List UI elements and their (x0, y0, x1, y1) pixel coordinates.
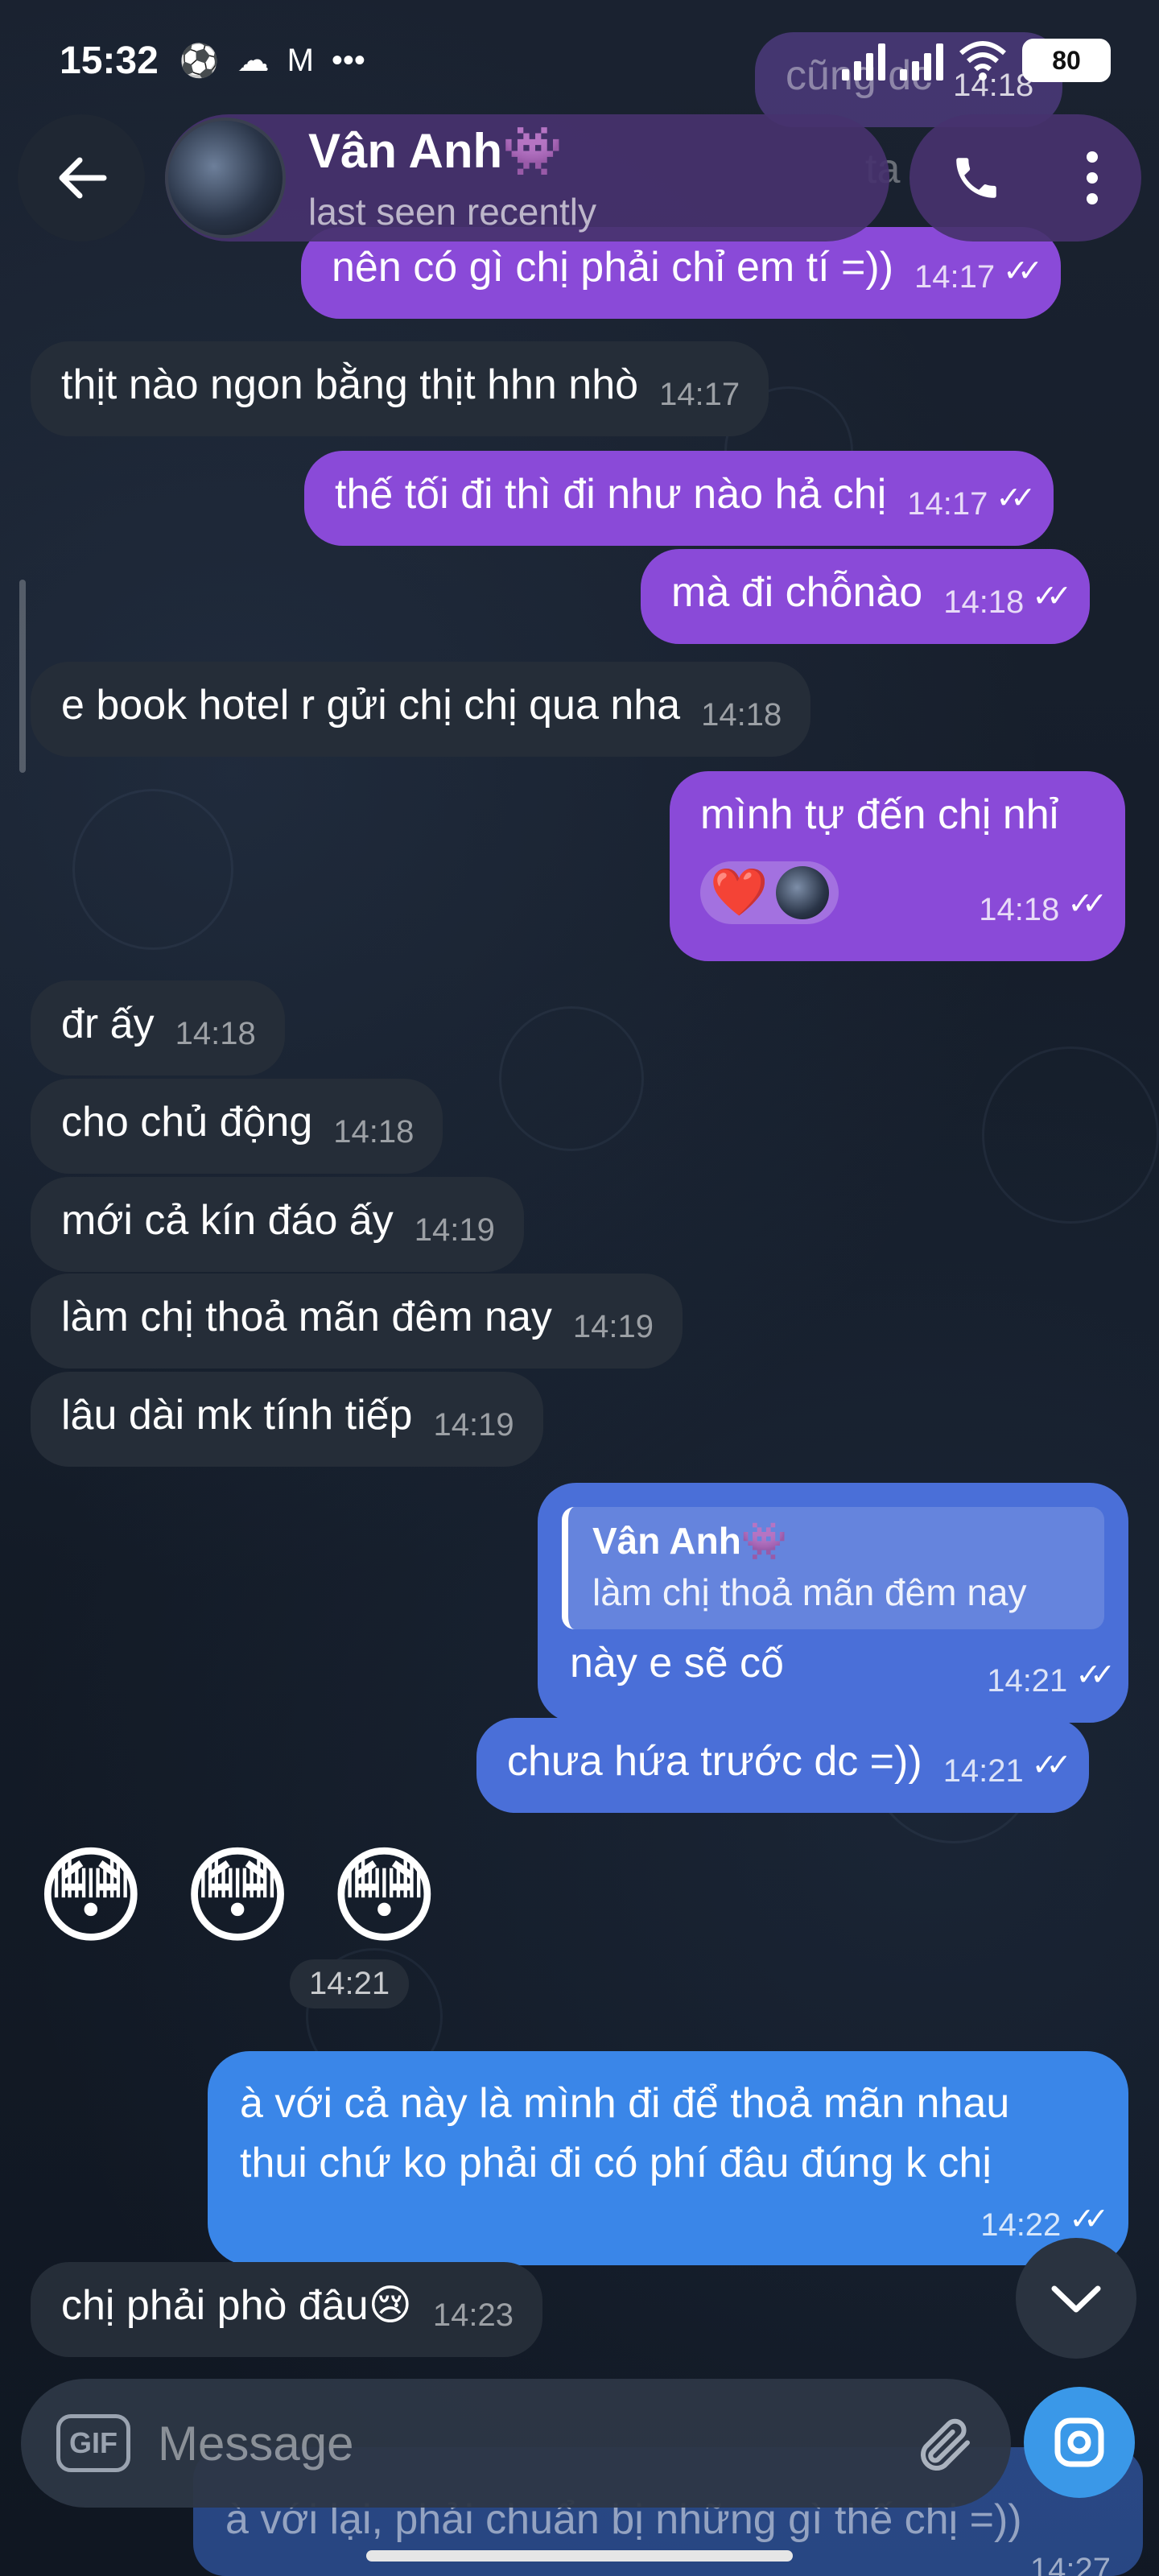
message-bubble[interactable]: mà đi chỗnào 14:18 ✓✓ (641, 549, 1090, 644)
cloud-icon: ☁ (237, 43, 270, 78)
camera-button[interactable] (1024, 2387, 1135, 2498)
chevron-down-icon (1051, 2285, 1101, 2313)
kebab-menu-icon[interactable] (1083, 149, 1102, 207)
double-check-icon: ✓✓ (1075, 1658, 1116, 1692)
reaction-avatar (776, 866, 830, 919)
signal-icon (842, 40, 885, 80)
message-bubble[interactable]: chưa hứa trước dc =)) 14:21 ✓✓ (476, 1718, 1090, 1813)
message-time: 14:18 (943, 584, 1025, 620)
message-text: thịt nào ngon bằng thịt hhn nhò (61, 361, 639, 408)
message-text: chị phải phò đâu😢 (61, 2282, 412, 2329)
message-time: 14:19 (572, 1309, 654, 1344)
scroll-down-button[interactable] (1016, 2238, 1136, 2359)
message-text: thế tối đi thì đi như nào hả chị (335, 471, 887, 518)
message-bubble-reply[interactable]: Vân Anh👾 làm chị thoả mãn đêm nay này e … (538, 1483, 1128, 1723)
reaction-emoji: ❤️ (710, 866, 769, 919)
message-text: này e sẽ cố (570, 1640, 784, 1686)
message-text: nên có gì chị phải chỉ em tí =)) (332, 244, 894, 291)
message-text: lâu dài mk tính tiếp (61, 1392, 413, 1439)
message-text: làm chị thoả mãn đêm nay (61, 1294, 552, 1340)
scroll-thumb[interactable] (19, 580, 26, 773)
message-list: nên có gì chị phải chỉ em tí =)) 14:17 ✓✓ … (0, 0, 1159, 2576)
message-composer: GIF (21, 2379, 1011, 2508)
status-bar: 15:32 ⚽ ☁ M ••• 80 (0, 0, 1159, 121)
back-button[interactable] (18, 114, 145, 242)
double-check-icon: ✓✓ (996, 481, 1036, 515)
message-text: cho chủ động (61, 1099, 313, 1146)
camera-icon (1054, 2417, 1104, 2467)
message-bubble[interactable]: chị phải phò đâu😢 14:23 (31, 2262, 542, 2357)
chat-title: Vân Anh👾 (308, 124, 563, 178)
reply-quote[interactable]: Vân Anh👾 làm chị thoả mãn đêm nay (562, 1507, 1104, 1629)
soccer-ball-icon: ⚽ (179, 43, 220, 79)
message-time: 14:17 (659, 377, 740, 412)
double-check-icon: ✓✓ (1031, 1748, 1072, 1782)
double-check-icon: ✓✓ (1067, 887, 1107, 921)
message-time: 14:19 (414, 1212, 495, 1248)
message-bubble[interactable]: mình tự đến chị nhỉ ❤️ 14:18 ✓✓ (670, 771, 1125, 961)
header-actions (909, 114, 1141, 242)
paperclip-icon[interactable] (911, 2409, 975, 2479)
message-time: 14:23 (432, 2297, 514, 2333)
message-text: chưa hứa trước dc =)) (507, 1738, 922, 1785)
message-bubble[interactable]: lâu dài mk tính tiếp 14:19 (31, 1372, 543, 1467)
more-icon: ••• (331, 42, 365, 78)
chat-header-info[interactable]: Vân Anh👾 last seen recently (165, 114, 889, 242)
message-time: 14:18 (175, 1016, 256, 1051)
message-time: 14:27 (1029, 2552, 1111, 2576)
message-time: 14:17 (914, 259, 996, 295)
message-time: 14:18 (979, 892, 1060, 927)
arrow-left-icon (59, 157, 107, 199)
phone-icon[interactable] (950, 151, 1003, 204)
message-time: 14:17 (907, 486, 988, 522)
avatar[interactable] (165, 118, 286, 238)
message-text: e book hotel r gửi chị chị qua nha (61, 682, 681, 729)
message-bubble[interactable]: làm chị thoả mãn đêm nay 14:19 (31, 1274, 683, 1368)
message-bubble[interactable]: mới cả kín đáo ấy 14:19 (31, 1177, 524, 1272)
signal-icon (900, 40, 943, 80)
message-bubble[interactable]: đr ấy 14:18 (31, 980, 285, 1075)
gif-button[interactable]: GIF (56, 2414, 130, 2472)
battery-indicator: 80 (1022, 39, 1111, 82)
reaction-pill[interactable]: ❤️ (700, 861, 839, 924)
chat-status: last seen recently (308, 191, 596, 233)
message-text: mình tự đến chị nhỉ (700, 791, 1059, 838)
message-bubble[interactable]: thịt nào ngon bằng thịt hhn nhò 14:17 (31, 341, 769, 436)
message-time: 14:21 (987, 1663, 1068, 1699)
message-time: 14:18 (701, 697, 782, 733)
message-time: 14:18 (333, 1114, 415, 1150)
gmail-icon: M (287, 42, 314, 78)
status-time: 15:32 (60, 39, 159, 82)
message-text-line: à với cả này là mình đi để thoả mãn nhau (240, 2080, 1010, 2127)
message-time: 14:21 (942, 1753, 1024, 1789)
message-text: mà đi chỗnào (671, 569, 923, 616)
reactions: ❤️ 14:18 ✓✓ (700, 850, 1107, 935)
message-time: 14:21 (290, 1959, 410, 2008)
reply-author: Vân Anh👾 (592, 1520, 788, 1562)
message-text: đr ấy (61, 1001, 155, 1047)
double-check-icon: ✓✓ (1032, 580, 1072, 613)
message-text: mới cả kín đáo ấy (61, 1197, 394, 1244)
wifi-icon (959, 41, 1006, 80)
emoji-message[interactable]: 😳 😳 😳 (35, 1843, 443, 1950)
message-bubble[interactable]: à với cả này là mình đi để thoả mãn nhau… (208, 2051, 1128, 2265)
message-time: 14:19 (433, 1407, 514, 1443)
message-bubble[interactable]: cho chủ động 14:18 (31, 1079, 443, 1174)
message-bubble[interactable]: thế tối đi thì đi như nào hả chị 14:17 ✓✓ (304, 451, 1054, 546)
message-text-line: thui chứ ko phải đi có phí đâu đúng k ch… (240, 2140, 992, 2186)
message-input[interactable] (158, 2405, 906, 2482)
message-time: 14:22 (980, 2207, 1062, 2243)
message-bubble[interactable]: e book hotel r gửi chị chị qua nha 14:18 (31, 662, 811, 757)
home-indicator[interactable] (366, 2550, 793, 2562)
double-check-icon: ✓✓ (1003, 254, 1043, 288)
reply-text: làm chị thoả mãn đêm nay (592, 1571, 1027, 1613)
